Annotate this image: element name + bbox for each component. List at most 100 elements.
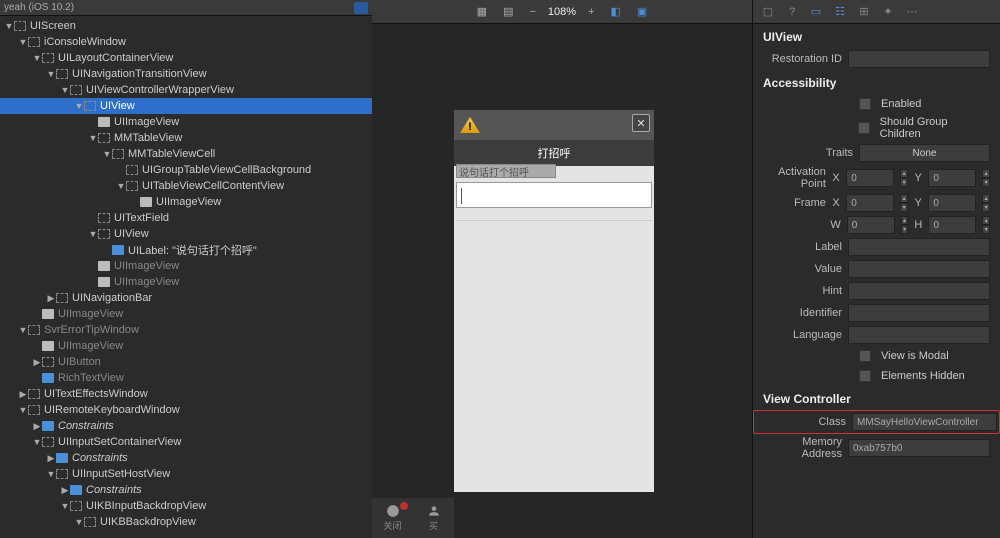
dropdown-traits[interactable]: None: [859, 144, 990, 162]
chevron-down-icon[interactable]: ▼: [46, 469, 56, 479]
tree-row[interactable]: UITextField: [0, 210, 372, 226]
tree-row[interactable]: ▶UIButton: [0, 354, 372, 370]
view-hierarchy-tree[interactable]: ▼UIScreen▼iConsoleWindow▼UILayoutContain…: [0, 16, 372, 538]
checkbox-hidden[interactable]: [859, 370, 871, 382]
chevron-right-icon[interactable]: ▶: [32, 421, 42, 432]
tree-row[interactable]: ▼UIRemoteKeyboardWindow: [0, 402, 372, 418]
tree-row[interactable]: UIImageView: [0, 338, 372, 354]
checkbox-group[interactable]: [858, 122, 870, 134]
input-acc-label[interactable]: [848, 238, 990, 256]
tree-row[interactable]: ▼UIInputSetContainerView: [0, 434, 372, 450]
tree-row[interactable]: ▶UINavigationBar: [0, 290, 372, 306]
tree-row[interactable]: UIImageView: [0, 114, 372, 130]
tree-row[interactable]: ▼UIView: [0, 226, 372, 242]
stepper-fr-y[interactable]: ▴▾: [982, 194, 990, 212]
chevron-down-icon[interactable]: ▼: [102, 149, 112, 159]
chevron-down-icon[interactable]: ▼: [60, 85, 70, 95]
tab-close[interactable]: 关闭: [372, 498, 413, 538]
chevron-right-icon[interactable]: ▶: [32, 357, 42, 368]
tree-row[interactable]: ▼UIInputSetHostView: [0, 466, 372, 482]
tab-file-icon[interactable]: ▢: [759, 5, 777, 19]
tree-row[interactable]: ▼SvrErrorTipWindow: [0, 322, 372, 338]
toolbar-stack-icon[interactable]: ▤: [499, 3, 517, 20]
stepper-fr-w[interactable]: ▴▾: [901, 216, 909, 234]
chevron-down-icon[interactable]: ▼: [74, 517, 84, 527]
tree-row[interactable]: UIImageView: [0, 274, 372, 290]
chevron-right-icon[interactable]: ▶: [18, 389, 28, 400]
input-fr-x[interactable]: [846, 194, 894, 212]
header-icon[interactable]: [354, 2, 368, 14]
tab-size-icon[interactable]: ⊞: [855, 5, 873, 19]
chevron-down-icon[interactable]: ▼: [88, 133, 98, 143]
view-icon: [56, 293, 68, 303]
chevron-down-icon[interactable]: ▼: [60, 501, 70, 511]
chevron-down-icon[interactable]: ▼: [46, 69, 56, 79]
tree-row[interactable]: ▼UIScreen: [0, 18, 372, 34]
stepper-fr-h[interactable]: ▴▾: [982, 216, 990, 234]
tab-help-icon[interactable]: ?: [783, 5, 801, 19]
chevron-right-icon[interactable]: ▶: [46, 293, 56, 304]
tree-row[interactable]: RichTextView: [0, 370, 372, 386]
tree-row[interactable]: ▼iConsoleWindow: [0, 34, 372, 50]
canvas[interactable]: ! ✕ 打招呼 说句话打个招呼 关闭 买: [372, 24, 752, 538]
chevron-right-icon[interactable]: ▶: [60, 485, 70, 496]
input-fr-y[interactable]: [928, 194, 976, 212]
tree-row[interactable]: ▼MMTableView: [0, 130, 372, 146]
tree-row[interactable]: ▼UITableViewCellContentView: [0, 178, 372, 194]
tab-attributes-icon[interactable]: ☷: [831, 5, 849, 19]
input-restoration[interactable]: [848, 50, 990, 68]
toolbar-clip-icon[interactable]: ▣: [633, 3, 651, 20]
checkbox-enabled[interactable]: [859, 98, 871, 110]
zoom-in-icon[interactable]: +: [584, 4, 598, 20]
input-fr-w[interactable]: [847, 216, 895, 234]
tree-row[interactable]: UILabel: "说句话打个招呼": [0, 242, 372, 258]
input-ap-x[interactable]: [846, 169, 894, 187]
checkbox-modal[interactable]: [859, 350, 871, 362]
tab-more-icon[interactable]: ⋯: [903, 5, 921, 19]
chevron-down-icon[interactable]: ▼: [116, 181, 126, 191]
chevron-down-icon[interactable]: ▼: [74, 101, 84, 111]
input-acc-language[interactable]: [848, 326, 990, 344]
tree-row[interactable]: ▼UIKBInputBackdropView: [0, 498, 372, 514]
tree-row[interactable]: UIImageView: [0, 194, 372, 210]
tree-row[interactable]: UIImageView: [0, 258, 372, 274]
input-ap-y[interactable]: [928, 169, 976, 187]
tree-row[interactable]: ▼MMTableViewCell: [0, 146, 372, 162]
zoom-level[interactable]: 108%: [548, 6, 576, 18]
tree-row[interactable]: ▶Constraints: [0, 418, 372, 434]
tab-connections-icon[interactable]: ✦: [879, 5, 897, 19]
input-class[interactable]: [852, 413, 997, 431]
tree-row[interactable]: ▼UILayoutContainerView: [0, 50, 372, 66]
tree-row[interactable]: UIGroupTableViewCellBackground: [0, 162, 372, 178]
stepper-ap-x[interactable]: ▴▾: [900, 169, 908, 187]
tree-row[interactable]: UIImageView: [0, 306, 372, 322]
input-acc-value[interactable]: [848, 260, 990, 278]
tree-row[interactable]: ▶Constraints: [0, 450, 372, 466]
tree-row[interactable]: ▶Constraints: [0, 482, 372, 498]
chevron-down-icon[interactable]: ▼: [18, 325, 28, 335]
toolbar-3d-icon[interactable]: ◧: [607, 3, 625, 20]
input-acc-identifier[interactable]: [848, 304, 990, 322]
chevron-down-icon[interactable]: ▼: [32, 437, 42, 447]
tree-row[interactable]: ▼UIView: [0, 98, 372, 114]
tab-identity-icon[interactable]: ▭: [807, 5, 825, 19]
chevron-down-icon[interactable]: ▼: [4, 21, 14, 31]
chevron-down-icon[interactable]: ▼: [18, 37, 28, 47]
chevron-down-icon[interactable]: ▼: [18, 405, 28, 415]
chevron-down-icon[interactable]: ▼: [32, 53, 42, 63]
stepper-fr-x[interactable]: ▴▾: [900, 194, 908, 212]
stepper-ap-y[interactable]: ▴▾: [982, 169, 990, 187]
tab-buy[interactable]: 买: [413, 498, 454, 538]
input-memory[interactable]: [848, 439, 990, 457]
chevron-right-icon[interactable]: ▶: [46, 453, 56, 464]
input-acc-hint[interactable]: [848, 282, 990, 300]
tree-row[interactable]: ▶UITextEffectsWindow: [0, 386, 372, 402]
close-icon[interactable]: ✕: [632, 114, 650, 132]
tree-row[interactable]: ▼UIKBBackdropView: [0, 514, 372, 530]
input-fr-h[interactable]: [928, 216, 976, 234]
chevron-down-icon[interactable]: ▼: [88, 229, 98, 239]
tree-row[interactable]: ▼UINavigationTransitionView: [0, 66, 372, 82]
toolbar-layers-icon[interactable]: ▦: [473, 3, 491, 20]
tree-row[interactable]: ▼UIViewControllerWrapperView: [0, 82, 372, 98]
zoom-out-icon[interactable]: −: [525, 4, 539, 20]
